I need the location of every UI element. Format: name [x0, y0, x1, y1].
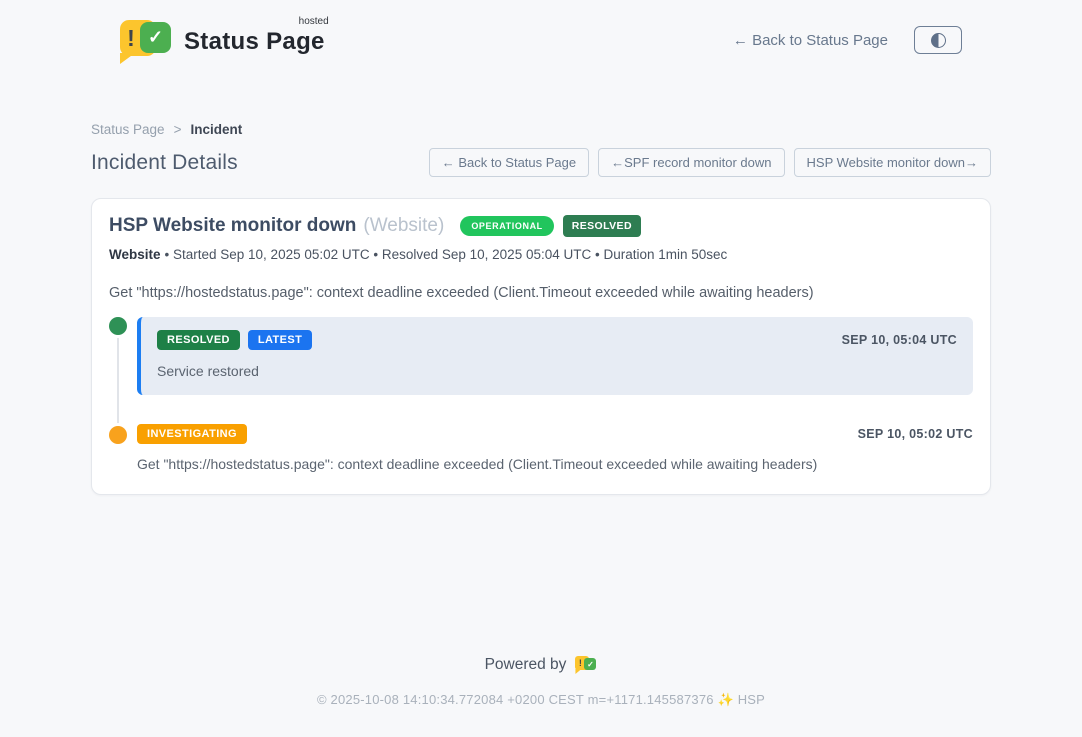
breadcrumb-incident: Incident	[190, 122, 242, 137]
timeline-badge-row: RESOLVED LATEST SEP 10, 05:04 UTC	[157, 330, 957, 350]
breadcrumb: Status Page > Incident	[91, 122, 991, 137]
timeline-highlighted-box: RESOLVED LATEST SEP 10, 05:04 UTC Servic…	[137, 317, 973, 395]
previous-incident-button[interactable]: ←SPF record monitor down	[598, 148, 784, 177]
copyright-text: © 2025-10-08 14:10:34.772084 +0200 CEST …	[0, 692, 1082, 708]
title-row: Incident Details ← Back to Status Page ←…	[91, 148, 991, 177]
operational-status-badge: OPERATIONAL	[460, 216, 553, 236]
statuspage-logo-icon: ! ✓	[120, 16, 172, 64]
main-content: Status Page > Incident Incident Details …	[91, 122, 991, 495]
timeline-timestamp: SEP 10, 05:04 UTC	[842, 333, 957, 347]
incident-meta-details: • Started Sep 10, 2025 05:02 UTC • Resol…	[165, 247, 728, 262]
incident-meta: Website • Started Sep 10, 2025 05:02 UTC …	[109, 247, 973, 262]
resolved-badge: RESOLVED	[157, 330, 240, 350]
breadcrumb-separator: >	[174, 122, 182, 137]
page-title: Incident Details	[91, 151, 238, 175]
incident-timeline: RESOLVED LATEST SEP 10, 05:04 UTC Servic…	[109, 317, 973, 472]
timeline-dot-green	[109, 317, 127, 335]
powered-by-row: Powered by ! ✓	[0, 654, 1082, 675]
checkmark-icon: ✓	[584, 658, 596, 670]
timeline-message: Service restored	[157, 363, 957, 379]
resolved-status-badge: RESOLVED	[563, 215, 641, 237]
timeline-dot-column	[109, 317, 127, 335]
timeline-entry-content: INVESTIGATING SEP 10, 05:02 UTC Get "htt…	[137, 424, 973, 472]
timeline-badge-row: INVESTIGATING SEP 10, 05:02 UTC	[137, 424, 973, 444]
incident-nav-buttons: ← Back to Status Page ←SPF record monito…	[429, 148, 991, 177]
statuspage-logo-icon[interactable]: ! ✓	[575, 654, 597, 675]
exclamation-icon: !	[576, 656, 584, 670]
timeline-entry-content: RESOLVED LATEST SEP 10, 05:04 UTC Servic…	[137, 317, 973, 395]
timeline-item-resolved: RESOLVED LATEST SEP 10, 05:04 UTC Servic…	[109, 317, 973, 395]
latest-badge: LATEST	[248, 330, 312, 350]
brand-logo[interactable]: ! ✓ Status Page hosted	[120, 16, 325, 64]
timeline-dot-column	[109, 424, 127, 444]
incident-service-name: Website	[109, 247, 161, 262]
footer: Powered by ! ✓ © 2025-10-08 14:10:34.772…	[0, 654, 1082, 708]
timeline-timestamp: SEP 10, 05:02 UTC	[858, 427, 973, 441]
theme-toggle-button[interactable]	[914, 26, 962, 54]
incident-title: HSP Website monitor down	[109, 215, 356, 237]
header-actions: ← Back to Status Page	[733, 26, 962, 54]
timeline-message: Get "https://hostedstatus.page": context…	[137, 456, 973, 472]
breadcrumb-status-page[interactable]: Status Page	[91, 122, 165, 137]
incident-card: HSP Website monitor down (Website) OPERA…	[91, 198, 991, 495]
checkmark-icon: ✓	[140, 22, 171, 53]
brand-superscript: hosted	[299, 16, 329, 27]
back-to-status-page-button[interactable]: ← Back to Status Page	[429, 148, 589, 177]
header: ! ✓ Status Page hosted ← Back to Status …	[0, 0, 1082, 66]
investigating-badge: INVESTIGATING	[137, 424, 247, 444]
incident-description: Get "https://hostedstatus.page": context…	[109, 285, 973, 301]
header-back-to-status-page-link[interactable]: ← Back to Status Page	[733, 32, 888, 49]
next-incident-button[interactable]: HSP Website monitor down→	[794, 148, 991, 177]
timeline-dot-orange	[109, 426, 127, 444]
incident-scope: (Website)	[363, 215, 444, 237]
brand-name: Status Page	[184, 28, 325, 55]
exclamation-icon: !	[122, 20, 140, 56]
timeline-item-investigating: INVESTIGATING SEP 10, 05:02 UTC Get "htt…	[109, 424, 973, 472]
incident-title-row: HSP Website monitor down (Website) OPERA…	[109, 215, 973, 237]
brand-text: Status Page hosted	[184, 16, 325, 56]
powered-by-label: Powered by	[485, 656, 567, 674]
contrast-half-circle-icon	[931, 33, 946, 48]
